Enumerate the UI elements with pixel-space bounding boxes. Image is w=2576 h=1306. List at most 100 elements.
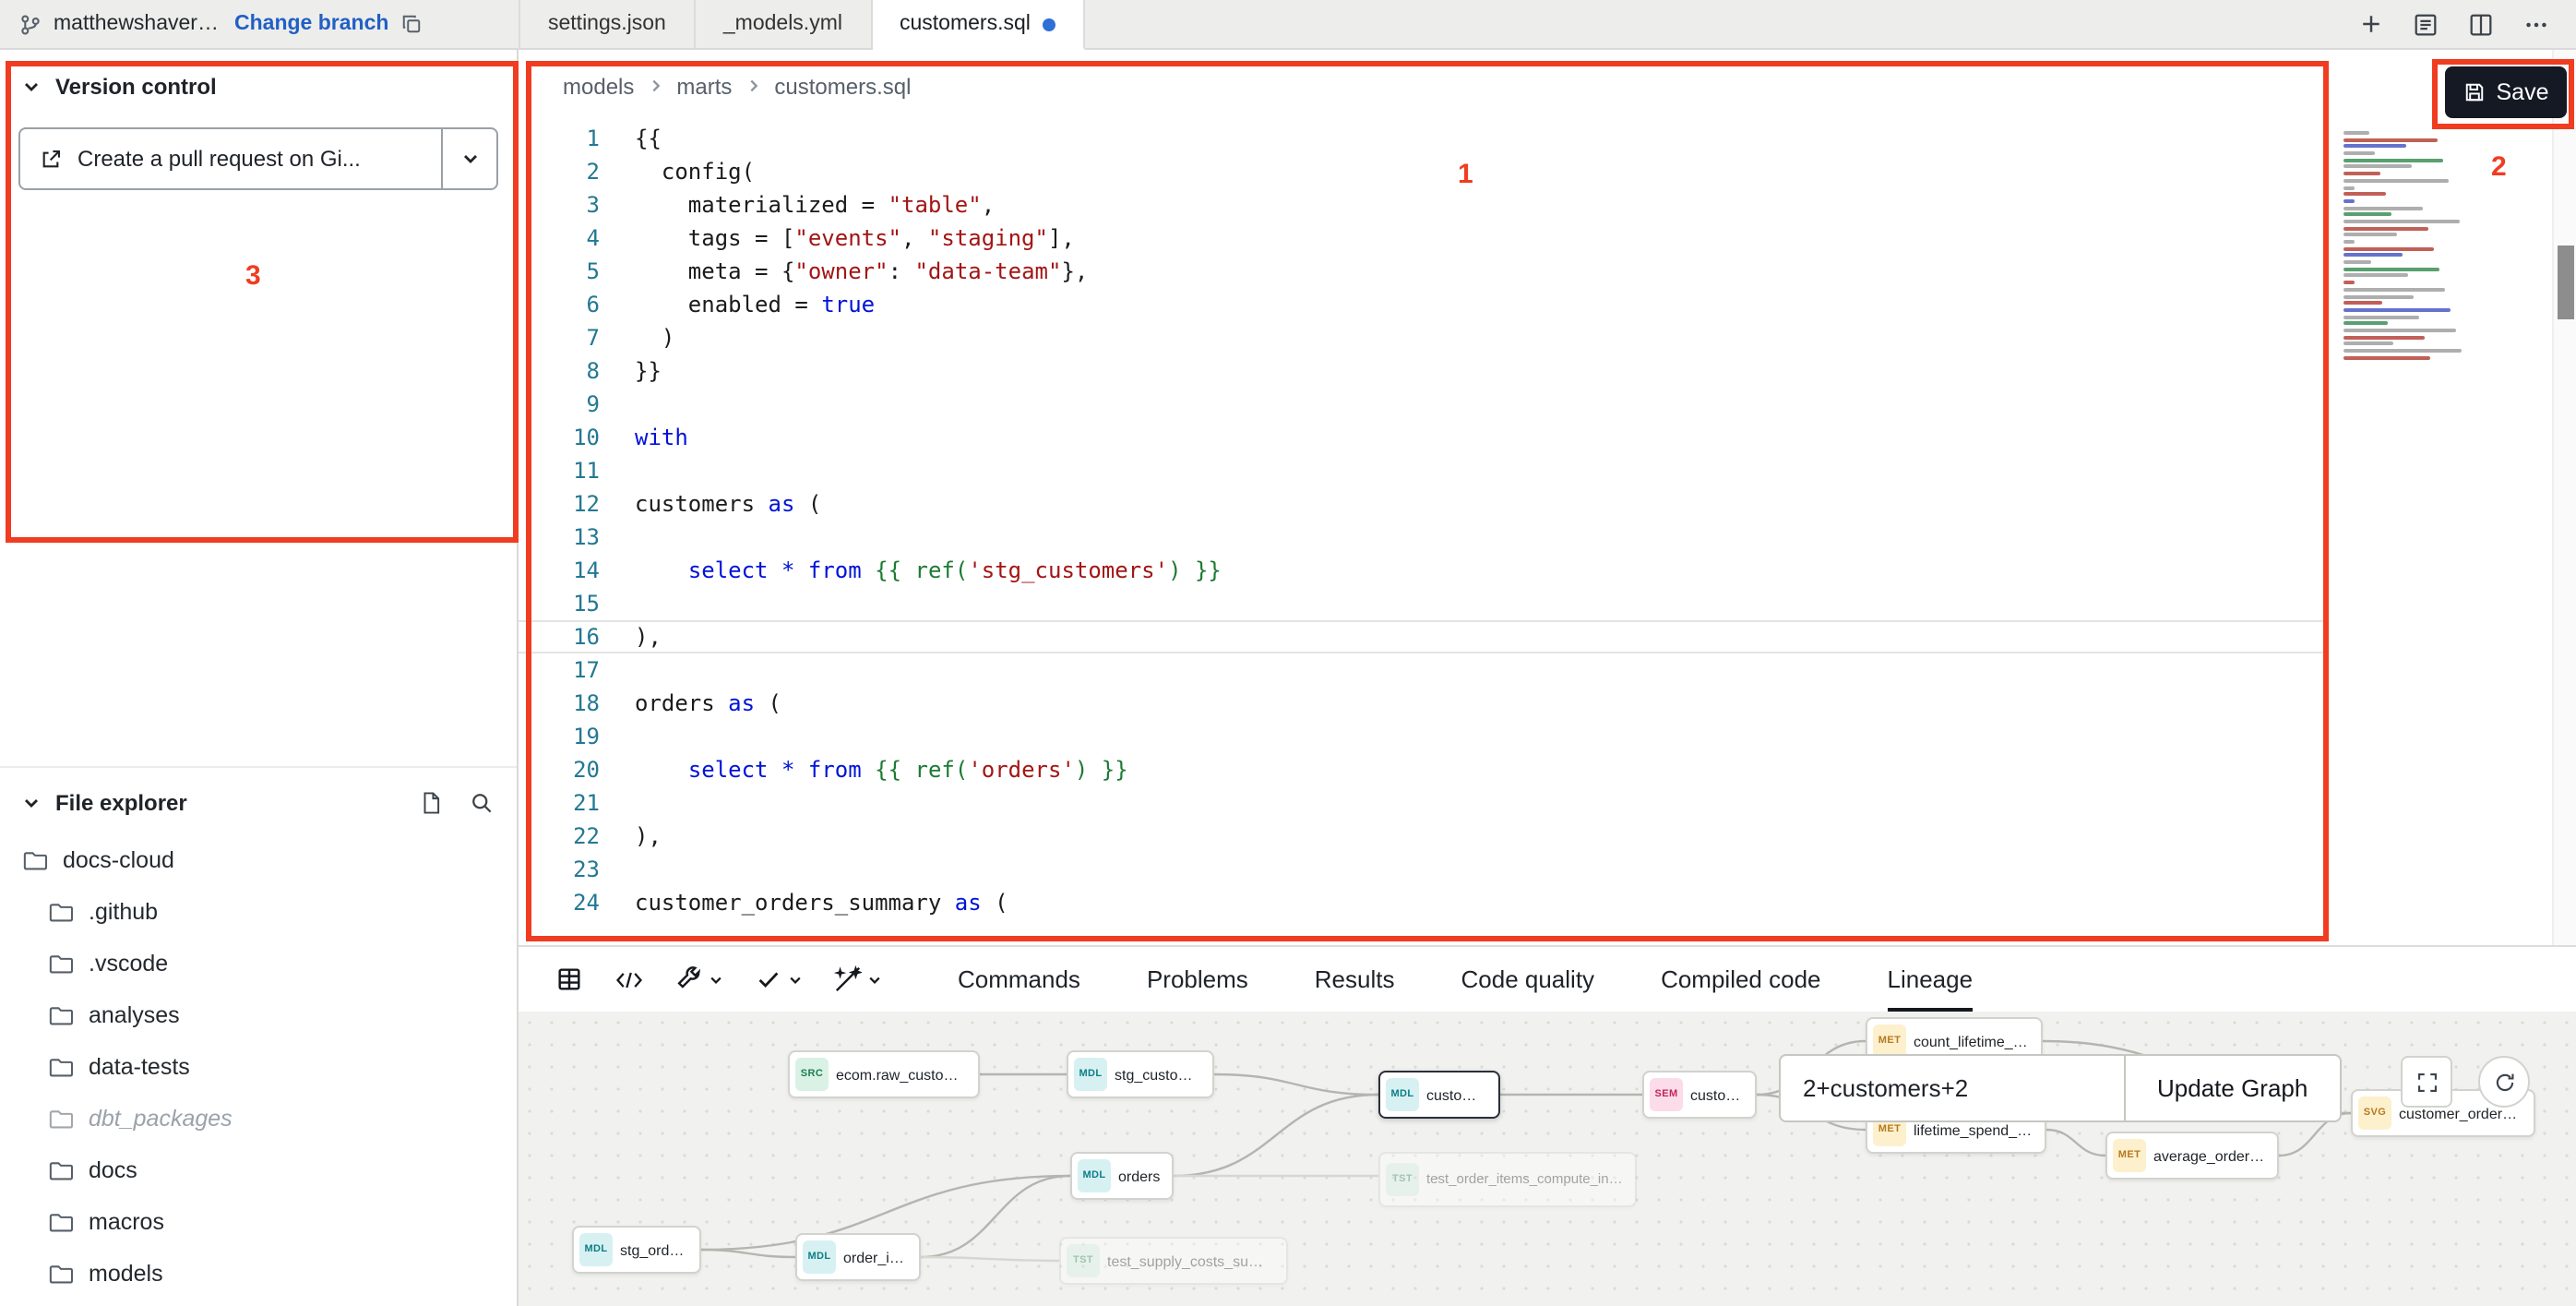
code-view-icon[interactable]: [614, 966, 644, 992]
code-line-2[interactable]: 2 config(: [519, 155, 2329, 188]
code-line-10[interactable]: 10with: [519, 421, 2329, 454]
file-row-.vscode[interactable]: .vscode: [0, 938, 517, 989]
create-pr-button[interactable]: Create a pull request on Gi...: [18, 127, 498, 190]
panel-tab-problems[interactable]: Problems: [1147, 947, 1248, 1012]
lineage-node-average_order_value[interactable]: METaverage_order_value: [2105, 1132, 2279, 1180]
panel-tab-lineage[interactable]: Lineage: [1888, 947, 1974, 1012]
code-line-23[interactable]: 23: [519, 853, 2329, 886]
code-line-20[interactable]: 20 select * from {{ ref('orders') }}: [519, 753, 2329, 786]
code-line-1[interactable]: 1{{: [519, 122, 2329, 155]
node-label: orders: [1118, 1168, 1160, 1184]
chevron-down-icon: [709, 972, 723, 987]
tab-settings.json[interactable]: settings.json: [519, 0, 696, 50]
code-line-5[interactable]: 5 meta = {"owner": "data-team"},: [519, 255, 2329, 288]
lineage-canvas[interactable]: Update Graph SRCecom.raw_customers MDLstg…: [519, 1012, 2576, 1306]
fullscreen-button[interactable]: [2401, 1056, 2452, 1108]
panel-tab-code-quality[interactable]: Code quality: [1461, 947, 1595, 1012]
code-line-21[interactable]: 21: [519, 786, 2329, 820]
save-button[interactable]: Save: [2445, 66, 2567, 118]
file-row-docs[interactable]: docs: [0, 1144, 517, 1196]
new-tab-button[interactable]: [2358, 11, 2384, 37]
app-window: matthewshaver-patc Change branch setting…: [0, 0, 2576, 1306]
create-pr-dropdown[interactable]: [441, 129, 496, 188]
version-control-header[interactable]: Version control: [0, 50, 517, 116]
more-options-button[interactable]: [2522, 10, 2550, 38]
create-pr-main[interactable]: Create a pull request on Gi...: [20, 129, 441, 188]
code-line-24[interactable]: 24customer_orders_summary as (: [519, 886, 2329, 919]
lint-fix-button[interactable]: [755, 965, 803, 993]
breadcrumb-item[interactable]: models: [563, 73, 634, 99]
file-row-models[interactable]: models: [0, 1248, 517, 1300]
node-type-badge: TST: [1067, 1244, 1100, 1277]
code-line-15[interactable]: 15: [519, 587, 2329, 620]
open-editors-icon[interactable]: [2412, 10, 2439, 38]
code-line-3[interactable]: 3 materialized = "table",: [519, 188, 2329, 222]
split-editor-button[interactable]: [2467, 10, 2495, 38]
panel-tab-commands[interactable]: Commands: [958, 947, 1080, 1012]
code-line-8[interactable]: 8}}: [519, 354, 2329, 388]
line-number: 10: [519, 421, 600, 454]
code-line-18[interactable]: 18orders as (: [519, 687, 2329, 720]
code-line-4[interactable]: 4 tags = ["events", "staging"],: [519, 222, 2329, 255]
tab-customers.sql[interactable]: customers.sql: [872, 0, 1086, 50]
code-line-19[interactable]: 19: [519, 720, 2329, 753]
code-line-6[interactable]: 6 enabled = true: [519, 288, 2329, 321]
lineage-selector-input[interactable]: [1779, 1054, 2126, 1122]
folder-icon: [48, 901, 74, 923]
code-area[interactable]: 1{{2 config(3 materialized = "table",4 t…: [519, 122, 2329, 945]
lineage-node-stg_customers[interactable]: MDLstg_customers: [1067, 1050, 1214, 1098]
lineage-node-order_items[interactable]: MDLorder_items: [795, 1233, 921, 1281]
file-row-macros[interactable]: macros: [0, 1196, 517, 1248]
line-content: meta = {"owner": "data-team"},: [600, 255, 2329, 288]
change-branch-link[interactable]: Change branch: [234, 13, 388, 35]
copy-branch-icon[interactable]: [400, 13, 422, 35]
code-line-14[interactable]: 14 select * from {{ ref('stg_customers')…: [519, 554, 2329, 587]
folder-icon: [22, 849, 48, 871]
file-row-analyses[interactable]: analyses: [0, 989, 517, 1041]
code-line-11[interactable]: 11: [519, 454, 2329, 487]
code-line-13[interactable]: 13: [519, 521, 2329, 554]
search-icon[interactable]: [469, 790, 495, 816]
code-line-12[interactable]: 12customers as (: [519, 487, 2329, 521]
line-content: [600, 388, 2329, 421]
code-line-22[interactable]: 22),: [519, 820, 2329, 853]
refresh-button[interactable]: [2478, 1056, 2530, 1108]
code-line-9[interactable]: 9: [519, 388, 2329, 421]
format-button[interactable]: [834, 965, 882, 993]
file-row-docs-cloud[interactable]: docs-cloud: [0, 834, 517, 886]
minimap[interactable]: [2343, 131, 2487, 363]
chevron-down-icon: [460, 150, 479, 168]
lineage-node-ecom.raw_customers[interactable]: SRCecom.raw_customers: [788, 1050, 980, 1098]
tab-_models.yml[interactable]: _models.yml: [696, 0, 872, 50]
line-content: materialized = "table",: [600, 188, 2329, 222]
branch-area: matthewshaver-patc Change branch: [0, 0, 519, 50]
scrollbar-thumb[interactable]: [2558, 246, 2574, 319]
lineage-node-orders[interactable]: MDLorders: [1070, 1152, 1174, 1200]
breadcrumb-item[interactable]: marts: [676, 73, 732, 99]
lineage-node-customers[interactable]: SEMcustomers: [1642, 1071, 1757, 1119]
code-line-16[interactable]: 16),: [519, 620, 2329, 653]
lineage-node-test_supply_costs_sum_correctly[interactable]: TSTtest_supply_costs_sum_correctly: [1059, 1237, 1288, 1285]
node-type-badge: MET: [2113, 1139, 2146, 1172]
line-number: 5: [519, 255, 600, 288]
file-row-dbt_packages[interactable]: dbt_packages: [0, 1093, 517, 1144]
code-line-17[interactable]: 17: [519, 653, 2329, 687]
node-type-badge: MDL: [1386, 1078, 1419, 1111]
file-explorer-header[interactable]: File explorer: [0, 768, 517, 831]
code-line-7[interactable]: 7 ): [519, 321, 2329, 354]
file-row-.github[interactable]: .github: [0, 886, 517, 938]
file-row-data-tests[interactable]: data-tests: [0, 1041, 517, 1093]
lineage-node-customers[interactable]: MDLcustomers: [1378, 1071, 1500, 1119]
update-graph-button[interactable]: Update Graph: [2126, 1054, 2341, 1122]
tab-label: settings.json: [548, 13, 666, 35]
lineage-node-test_order_items_compute_in_bools_correctly[interactable]: TSTtest_order_items_compute_in_bools_cor…: [1378, 1152, 1637, 1207]
breadcrumb-item[interactable]: customers.sql: [774, 73, 911, 99]
build-tools-button[interactable]: [675, 965, 723, 993]
editor-scrollbar[interactable]: [2552, 50, 2576, 945]
new-file-icon[interactable]: [419, 790, 443, 816]
panel-tab-compiled-code[interactable]: Compiled code: [1661, 947, 1820, 1012]
lineage-node-stg_orders[interactable]: MDLstg_orders: [572, 1226, 701, 1274]
line-number: 6: [519, 288, 600, 321]
panel-tab-results[interactable]: Results: [1315, 947, 1395, 1012]
results-grid-icon[interactable]: [555, 965, 583, 993]
